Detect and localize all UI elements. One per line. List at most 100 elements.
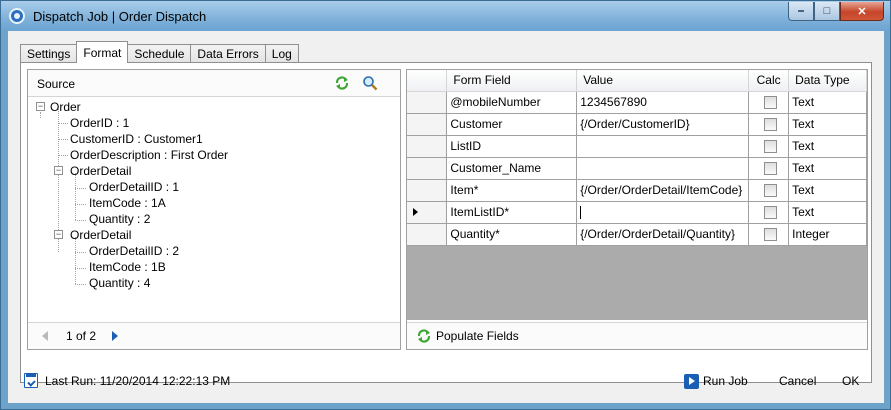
collapse-toggle[interactable]: − (54, 166, 63, 175)
last-run-status: Last Run: 11/20/2014 12:22:13 PM (45, 374, 231, 388)
calc-checkbox[interactable] (763, 183, 777, 197)
value-cell[interactable]: {/Order/OrderDetail/Quantity} (576, 223, 750, 246)
maximize-button[interactable]: □ (814, 2, 840, 21)
calc-checkbox[interactable] (763, 117, 777, 131)
tree-node[interactable]: Quantity : 4 (89, 275, 150, 291)
table-row[interactable]: Item* {/Order/OrderDetail/ItemCode} Text (407, 179, 867, 202)
collapse-toggle[interactable]: − (54, 230, 63, 239)
close-button[interactable]: ✕ (840, 2, 884, 21)
calc-cell[interactable] (748, 91, 790, 114)
populate-fields-button[interactable]: Populate Fields (436, 329, 519, 343)
value-cell[interactable]: {/Order/OrderDetail/ItemCode} (576, 179, 750, 202)
dispatch-job-window: Dispatch Job | Order Dispatch ⎯ □ ✕ Sett… (0, 0, 891, 410)
data-type-cell[interactable]: Text (788, 135, 867, 158)
ok-button[interactable]: OK (842, 374, 859, 388)
tree-connector (58, 155, 68, 156)
refresh-icon[interactable] (334, 75, 350, 91)
calc-checkbox[interactable] (763, 139, 777, 153)
calc-cell[interactable] (748, 179, 790, 202)
tree-node[interactable]: OrderID : 1 (70, 115, 129, 131)
tree-node[interactable]: OrderDetailID : 1 (89, 179, 179, 195)
column-header-data-type[interactable]: Data Type (788, 70, 867, 92)
tab-schedule[interactable]: Schedule (127, 44, 192, 63)
field-mapping-grid: Form Field Value Calc Data Type @mobileN… (407, 70, 867, 320)
data-type-cell[interactable]: Integer (788, 223, 867, 246)
search-icon[interactable] (362, 75, 378, 91)
table-row[interactable]: @mobileNumber 1234567890 Text (407, 91, 867, 114)
calc-cell[interactable] (748, 201, 790, 224)
next-page-icon[interactable] (112, 331, 118, 341)
table-row[interactable]: ListID Text (407, 135, 867, 158)
calc-checkbox[interactable] (763, 227, 777, 241)
row-header[interactable] (407, 223, 448, 246)
form-field-cell[interactable]: Quantity* (446, 223, 578, 246)
title-bar[interactable]: Dispatch Job | Order Dispatch ⎯ □ ✕ (1, 1, 890, 31)
tree-node[interactable]: OrderDetailID : 2 (89, 243, 179, 259)
column-header-value[interactable]: Value (576, 70, 750, 92)
column-header-calc[interactable]: Calc (748, 70, 790, 92)
form-field-cell[interactable]: Item* (446, 179, 578, 202)
column-header-form-field[interactable]: Form Field (446, 70, 578, 92)
run-job-button[interactable]: Run Job (684, 369, 748, 393)
minimize-button[interactable]: ⎯ (788, 2, 814, 21)
calc-cell[interactable] (748, 135, 790, 158)
refresh-icon[interactable] (416, 328, 432, 344)
value-cell[interactable]: 1234567890 (576, 91, 750, 114)
tab-log[interactable]: Log (264, 44, 299, 63)
tree-node[interactable]: ItemCode : 1B (89, 259, 166, 275)
cancel-button[interactable]: Cancel (779, 374, 816, 388)
tree-connector (75, 220, 86, 221)
tree-node[interactable]: OrderDescription : First Order (70, 147, 228, 163)
field-mapping-panel: Form Field Value Calc Data Type @mobileN… (406, 69, 868, 350)
row-header[interactable] (407, 91, 448, 114)
form-field-cell[interactable]: ListID (446, 135, 578, 158)
calc-checkbox[interactable] (763, 205, 777, 219)
calc-checkbox[interactable] (763, 161, 777, 175)
table-row[interactable]: Customer {/Order/CustomerID} Text (407, 113, 867, 136)
row-header[interactable] (407, 157, 448, 180)
calc-cell[interactable] (748, 157, 790, 180)
collapse-toggle[interactable]: − (36, 102, 45, 111)
row-header[interactable] (407, 179, 448, 202)
field-mapping-table: Form Field Value Calc Data Type @mobileN… (407, 70, 867, 246)
maximize-icon: □ (823, 5, 831, 17)
row-header[interactable] (407, 201, 448, 224)
row-header[interactable] (407, 135, 448, 158)
close-icon: ✕ (857, 5, 867, 18)
tree-node[interactable]: Quantity : 2 (89, 211, 150, 227)
calc-cell[interactable] (748, 223, 790, 246)
calc-cell[interactable] (748, 113, 790, 136)
tree-connector (75, 173, 76, 220)
form-field-cell[interactable]: @mobileNumber (446, 91, 578, 114)
row-header[interactable] (407, 113, 448, 136)
value-cell-editing[interactable] (576, 201, 750, 224)
text-caret (580, 206, 582, 220)
tree-node-order[interactable]: Order (50, 99, 81, 115)
tree-node[interactable]: ItemCode : 1A (89, 195, 166, 211)
previous-page-icon[interactable] (42, 331, 48, 341)
gear-icon (9, 8, 25, 24)
data-type-cell[interactable]: Text (788, 201, 867, 224)
form-field-cell[interactable]: Customer (446, 113, 578, 136)
tree-node[interactable]: CustomerID : Customer1 (70, 131, 203, 147)
value-cell[interactable] (576, 157, 750, 180)
table-row[interactable]: Customer_Name Text (407, 157, 867, 180)
data-type-cell[interactable]: Text (788, 179, 867, 202)
value-cell[interactable] (576, 135, 750, 158)
tab-settings[interactable]: Settings (20, 44, 78, 63)
table-row-current[interactable]: ItemListID* Text (407, 201, 867, 224)
data-type-cell[interactable]: Text (788, 113, 867, 136)
tree-node-orderdetail[interactable]: OrderDetail (70, 227, 131, 243)
form-field-cell[interactable]: ItemListID* (446, 201, 578, 224)
table-row[interactable]: Quantity* {/Order/OrderDetail/Quantity} … (407, 223, 867, 246)
data-type-cell[interactable]: Text (788, 91, 867, 114)
tab-data-errors[interactable]: Data Errors (190, 44, 266, 63)
calc-checkbox[interactable] (763, 95, 777, 109)
form-field-cell[interactable]: Customer_Name (446, 157, 578, 180)
tree-node-orderdetail[interactable]: OrderDetail (70, 163, 131, 179)
value-cell[interactable]: {/Order/CustomerID} (576, 113, 750, 136)
tab-format[interactable]: Format (76, 41, 129, 63)
data-type-cell[interactable]: Text (788, 157, 867, 180)
tree-connector (40, 112, 41, 118)
tree-connector (75, 188, 86, 189)
